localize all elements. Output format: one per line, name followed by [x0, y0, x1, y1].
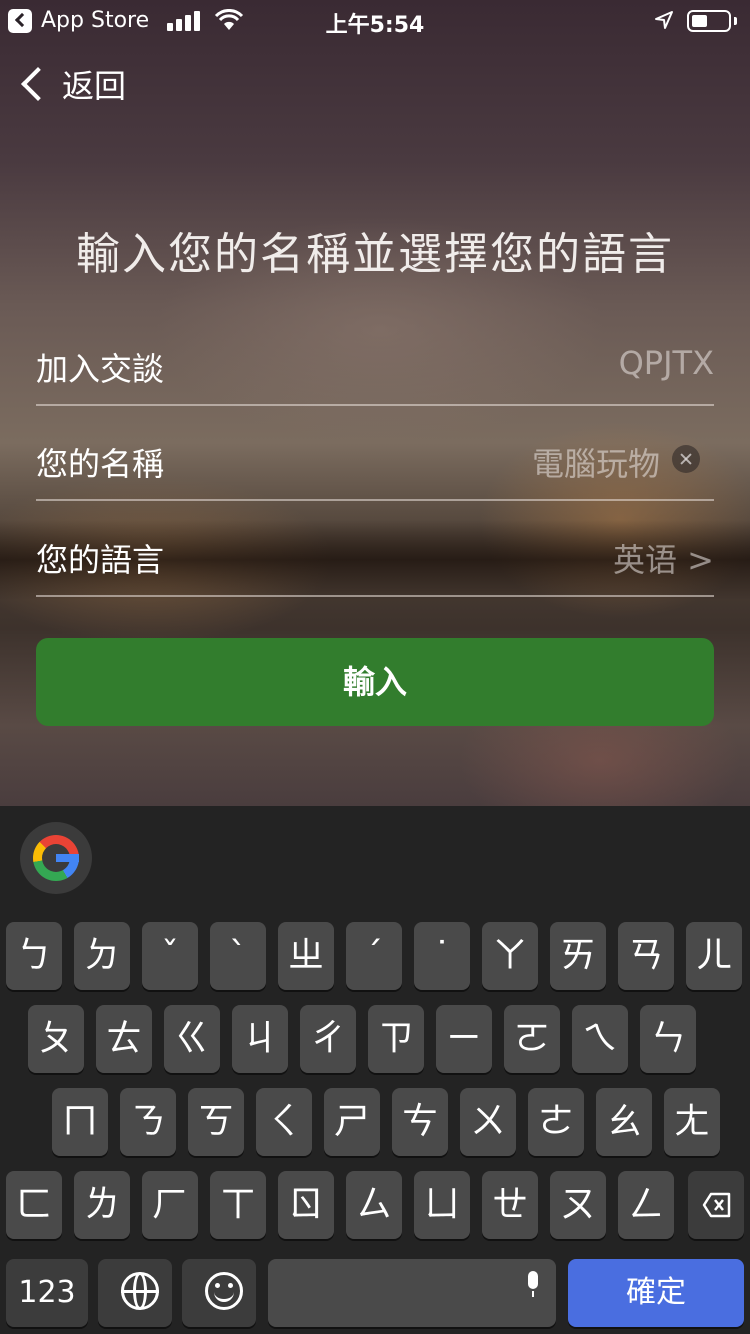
location-icon	[655, 11, 673, 29]
confirm-key[interactable]: 確定	[568, 1259, 744, 1327]
back-button[interactable]: 返回	[16, 60, 136, 108]
keyboard-key[interactable]: ㄤ	[664, 1088, 720, 1156]
keyboard: ㄅㄉ ˇ ˋ ㄓ ˊ ˙ ㄚㄞㄢㄦㄆㄊㄍㄐㄔㄗㄧㄛㄟㄣㄇㄋㄎㄑㄕㄘㄨㄜㄠㄤㄈㄌㄏㄒㄖㄙㄩㄝㄡ…	[0, 806, 750, 1334]
keyboard-key[interactable]: ㄟ	[572, 1005, 628, 1073]
battery-icon	[687, 10, 731, 32]
status-time: 上午5:54	[325, 13, 425, 38]
keyboard-key[interactable]: ㄎ	[188, 1088, 244, 1156]
space-key[interactable]	[268, 1259, 556, 1327]
language-value[interactable]: 英语 >	[613, 535, 714, 581]
keyboard-key[interactable]: ㄉ	[74, 922, 130, 990]
name-row[interactable]: 您的名稱 電腦玩物	[36, 431, 714, 501]
backspace-icon	[702, 1192, 731, 1218]
keyboard-key[interactable]: ㄨ	[460, 1088, 516, 1156]
keyboard-key[interactable]: ㄗ	[368, 1005, 424, 1073]
keyboard-key[interactable]: ㄕ	[324, 1088, 380, 1156]
keyboard-key[interactable]: ㄌ	[74, 1171, 130, 1239]
keyboard-key[interactable]: ㄐ	[232, 1005, 288, 1073]
keyboard-key[interactable]: ㄣ	[640, 1005, 696, 1073]
keyboard-key[interactable]: ㄋ	[120, 1088, 176, 1156]
back-label: 返回	[62, 67, 127, 105]
language-label: 您的語言	[36, 541, 165, 579]
keyboard-key[interactable]: ㄔ	[300, 1005, 356, 1073]
keyboard-key[interactable]: ˇ	[142, 922, 198, 990]
keyboard-key[interactable]: ˋ	[210, 922, 266, 990]
keyboard-key[interactable]: ㄦ	[686, 922, 742, 990]
name-label: 您的名稱	[36, 445, 165, 483]
keyboard-key[interactable]: ㄇ	[52, 1088, 108, 1156]
status-bar: App Store 上午5:54	[0, 0, 750, 40]
numbers-key[interactable]: 123	[6, 1259, 88, 1327]
page-title: 輸入您的名稱並選擇您的語言	[76, 229, 674, 280]
clear-icon[interactable]	[672, 445, 700, 473]
keyboard-key[interactable]: ㄙ	[346, 1171, 402, 1239]
keyboard-key[interactable]: ㄢ	[618, 922, 674, 990]
chevron-left-icon	[21, 67, 55, 101]
google-button[interactable]	[20, 822, 92, 894]
keyboard-key[interactable]: ㄡ	[550, 1171, 606, 1239]
keyboard-key[interactable]: ㄖ	[278, 1171, 334, 1239]
keyboard-key[interactable]: ㄞ	[550, 922, 606, 990]
keyboard-key[interactable]: ˊ	[346, 922, 402, 990]
globe-icon	[121, 1272, 159, 1310]
keyboard-key[interactable]: ㄓ	[278, 922, 334, 990]
keyboard-key[interactable]: ㄑ	[256, 1088, 312, 1156]
join-conversation-row[interactable]: 加入交談 QPJTX	[36, 336, 714, 406]
keyboard-key[interactable]: ㄍ	[164, 1005, 220, 1073]
keyboard-key[interactable]: ㄒ	[210, 1171, 266, 1239]
keyboard-key[interactable]: ㄏ	[142, 1171, 198, 1239]
keyboard-key[interactable]: ㄜ	[528, 1088, 584, 1156]
keyboard-key[interactable]: ㄧ	[436, 1005, 492, 1073]
join-label: 加入交談	[36, 350, 165, 388]
google-icon	[33, 835, 79, 881]
keyboard-key[interactable]: ㄆ	[28, 1005, 84, 1073]
globe-key[interactable]	[98, 1259, 172, 1327]
keyboard-key[interactable]: ㄘ	[392, 1088, 448, 1156]
keyboard-key[interactable]: ㄈ	[6, 1171, 62, 1239]
language-row[interactable]: 您的語言 英语 >	[36, 527, 714, 597]
keyboard-key[interactable]: ㄩ	[414, 1171, 470, 1239]
join-code-input[interactable]: QPJTX	[619, 344, 714, 382]
microphone-icon	[528, 1271, 538, 1297]
keyboard-key[interactable]: ㄥ	[618, 1171, 674, 1239]
backspace-key[interactable]	[688, 1171, 744, 1239]
emoji-key[interactable]	[182, 1259, 256, 1327]
enter-button[interactable]: 輸入	[36, 638, 714, 726]
keyboard-key[interactable]: ㄝ	[482, 1171, 538, 1239]
keyboard-key[interactable]: ㄊ	[96, 1005, 152, 1073]
emoji-icon	[205, 1272, 243, 1310]
keyboard-key[interactable]: ˙	[414, 922, 470, 990]
keyboard-key[interactable]: ㄅ	[6, 922, 62, 990]
keyboard-key[interactable]: ㄛ	[504, 1005, 560, 1073]
keyboard-key[interactable]: ㄚ	[482, 922, 538, 990]
keyboard-key[interactable]: ㄠ	[596, 1088, 652, 1156]
name-input[interactable]: 電腦玩物	[532, 439, 660, 485]
